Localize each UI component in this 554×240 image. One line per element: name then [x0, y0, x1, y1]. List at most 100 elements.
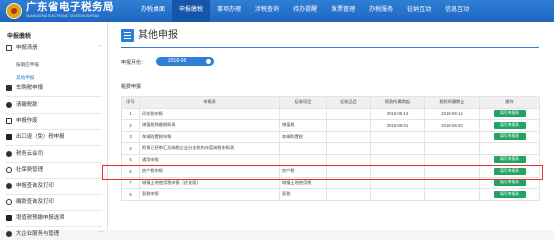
- sidebar-item-label: 出口退（免）税申报: [16, 134, 65, 140]
- column-header: 征收品目: [326, 96, 371, 109]
- sidebar-item-label: 车购税申报: [16, 85, 43, 91]
- nav-item[interactable]: 涉税查询: [248, 0, 286, 22]
- fill-form-button[interactable]: 填写申报表: [493, 121, 526, 129]
- nav-item[interactable]: 事项办理: [210, 0, 248, 22]
- cell-tax-item: [279, 153, 327, 166]
- export-icon: [6, 134, 12, 140]
- sidebar-item-large-enterprise[interactable]: 大企业服务与管理 ﹀: [6, 228, 106, 240]
- nav-item[interactable]: 办税服务: [362, 0, 400, 22]
- cell-tax-category: [326, 165, 371, 178]
- cell-period-end: [424, 153, 480, 166]
- nav-item[interactable]: 征纳互动: [400, 0, 438, 22]
- cell-tax-category: [326, 153, 371, 166]
- cell-form-name: 增值税预缴税款表: [139, 119, 280, 132]
- cell-tax-category: [326, 107, 371, 120]
- cloud-icon: [6, 151, 12, 157]
- sidebar-item-export-refund[interactable]: 出口退（免）税申报: [6, 131, 106, 143]
- cell-period-start: [370, 188, 425, 201]
- cell-index: 2: [121, 119, 140, 132]
- cell-period-start: 2018-06-14: [370, 107, 425, 120]
- sidebar-item-label: 大企业服务与管理: [16, 231, 60, 237]
- nav-item-active[interactable]: 申报缴税: [172, 0, 211, 22]
- table-row: 8 契税申报 契税 填写申报表: [121, 188, 540, 201]
- month-label: 申报月份：: [121, 60, 147, 66]
- table-row: 1 印花税申报 2018-06-14 2018-06-14 填写申报表: [121, 107, 540, 120]
- cell-tax-item: 车辆购置税: [279, 130, 327, 143]
- cell-index: 3: [121, 130, 140, 143]
- main-nav: 办税桌面 申报缴税 事项办理 涉税查询 待办提醒 发票管理 办税服务 征纳互动 …: [134, 0, 476, 22]
- car-icon: [6, 85, 12, 91]
- cell-tax-category: [326, 188, 371, 201]
- chevron-down-icon: ﹀: [97, 231, 103, 237]
- column-header: 税款所属期起: [370, 96, 425, 109]
- cell-period-end: [424, 188, 480, 201]
- search-icon: [6, 183, 12, 189]
- fill-form-button[interactable]: 填写申报表: [493, 179, 526, 187]
- fill-form-button[interactable]: 填写申报表: [493, 133, 526, 141]
- nav-item[interactable]: 发票管理: [324, 0, 362, 22]
- cell-index: 5: [121, 153, 140, 166]
- sidebar-item-label: 社保费管理: [16, 167, 43, 173]
- cell-period-end: [424, 176, 480, 189]
- column-header: 序号: [121, 96, 140, 109]
- cell-action: 填写申报表: [479, 153, 540, 166]
- column-header: 征收项目: [279, 96, 327, 109]
- nav-item[interactable]: 信息互动: [438, 0, 476, 22]
- sidebar-item-label: 清缴税款: [16, 102, 38, 108]
- cell-tax-item: [279, 142, 327, 155]
- sidebar-item-label: 申报清册: [16, 45, 38, 51]
- fill-form-button[interactable]: 填写申报表: [493, 156, 526, 164]
- cell-action: 填写申报表: [479, 165, 540, 178]
- cell-period-start: [370, 176, 425, 189]
- nav-item[interactable]: 待办提醒: [286, 0, 324, 22]
- main-content: 其他申报 申报月份： 2018-06 税费申报 序号 申报表 征收项目 征收品目…: [108, 22, 554, 230]
- table-row: 2 增值税预缴税款表 增值税 2018-06-01 2018-06-30 填写申…: [121, 119, 540, 132]
- divider: [6, 194, 102, 195]
- sidebar-group-declaration-list[interactable]: 申报清册 ﹀: [6, 42, 106, 54]
- nav-item[interactable]: 办税桌面: [134, 0, 172, 22]
- cell-index: 6: [121, 165, 140, 178]
- sidebar-item-vehicle-tax[interactable]: 车购税申报: [6, 82, 106, 94]
- sidebar-item-label: 申报作废: [16, 118, 38, 124]
- cell-period-end: [424, 165, 480, 178]
- fill-form-button[interactable]: 填写申报表: [493, 190, 526, 198]
- money-bag-icon: [6, 102, 12, 108]
- cell-tax-item: 城镇土地使用税: [279, 176, 327, 189]
- cell-action: [479, 142, 540, 155]
- sidebar-item-void-declaration[interactable]: 申报作废: [6, 115, 106, 127]
- table-row: 6 房产税申报 房产税 填写申报表: [121, 165, 540, 178]
- cell-action: 填写申报表: [479, 119, 540, 132]
- cell-tax-item: 契税: [279, 188, 327, 201]
- list-icon: [121, 29, 134, 42]
- sidebar-item-vat-prepay[interactable]: 增值税预缴申报选项: [6, 212, 106, 224]
- sidebar-heading: 申报缴税: [7, 34, 32, 40]
- list-icon: [6, 45, 12, 51]
- divider: [6, 129, 102, 130]
- title-divider: [121, 47, 539, 48]
- cell-tax-category: [326, 130, 371, 143]
- cell-form-name: 附报已经审汇总纳税企业分支机构年度纳税申报表: [139, 142, 280, 155]
- month-picker[interactable]: 2018-06: [156, 57, 214, 66]
- sidebar-subitem-other[interactable]: 其他申报: [16, 75, 34, 81]
- sidebar-item-tax-cloud[interactable]: 税务云会司: [6, 148, 106, 160]
- brand-title: 广东省电子税务局: [26, 1, 114, 13]
- sidebar-item-payment-query[interactable]: 缴款查询及打印: [6, 196, 106, 208]
- fill-form-button[interactable]: 填写申报表: [493, 110, 526, 118]
- chevron-down-icon: ﹀: [97, 45, 103, 51]
- sidebar-item-clear-tax[interactable]: 清缴税款: [6, 99, 106, 111]
- cell-period-start: 2018-06-01: [370, 119, 425, 132]
- sidebar-item-declaration-query[interactable]: 申报查询及打印: [6, 180, 106, 192]
- divider: [6, 210, 102, 211]
- sidebar: 申报缴税 申报清册 ﹀ 按期应申报 其他申报 车购税申报 清缴税款 申报作废 出…: [0, 22, 108, 237]
- cell-form-name: 契税申报: [139, 188, 280, 201]
- cell-tax-item: 房产税: [279, 165, 327, 178]
- tax-emblem-icon: [6, 3, 22, 19]
- fill-form-button[interactable]: 填写申报表: [493, 167, 526, 175]
- sidebar-item-social-security[interactable]: 社保费管理: [6, 164, 106, 176]
- sidebar-subitem-periodic[interactable]: 按期应申报: [16, 62, 39, 68]
- vat-icon: [6, 215, 12, 221]
- section-label: 税费申报: [121, 84, 142, 90]
- cell-period-end: [424, 130, 480, 143]
- cell-tax-item: 增值税: [279, 119, 327, 132]
- divider: [6, 96, 102, 97]
